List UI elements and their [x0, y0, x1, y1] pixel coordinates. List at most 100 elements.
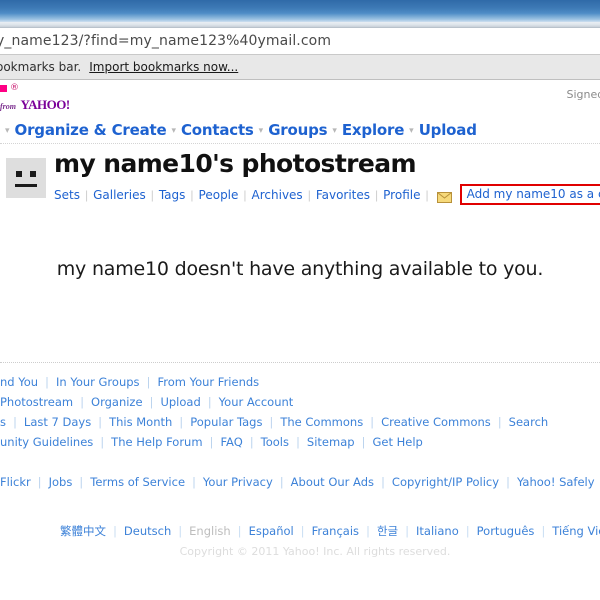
avatar[interactable] — [6, 158, 46, 198]
footer-separator: | — [79, 477, 83, 489]
language-option-francais[interactable]: Français — [312, 524, 359, 538]
footer-link-your-account[interactable]: Your Account — [219, 395, 294, 409]
footer-link-about-our-ads[interactable]: About Our Ads — [291, 475, 374, 489]
chevron-down-icon[interactable]: ▾ — [327, 125, 342, 135]
footer-separator: | — [192, 477, 196, 489]
language-separator: | — [405, 526, 409, 538]
language-option-italiano[interactable]: Italiano — [416, 524, 459, 538]
flickr-logo-dot-icon — [0, 85, 7, 92]
import-bookmarks-link[interactable]: Import bookmarks now... — [89, 60, 238, 74]
footer-separator: | — [38, 477, 42, 489]
flickr-logo[interactable]: ® from YAHOO! — [0, 83, 86, 112]
chevron-down-icon[interactable]: ▾ — [254, 125, 269, 135]
footer-link-sitemap[interactable]: Sitemap — [307, 435, 355, 449]
footer-link-last-7-days[interactable]: Last 7 Days — [24, 415, 91, 429]
add-contact-link[interactable]: Add my name10 as a contact — [467, 187, 600, 201]
language-option-espanol[interactable]: Español — [249, 524, 294, 538]
yahoo-wordmark: YAHOO! — [20, 97, 70, 112]
page-title: my name10's photostream — [54, 149, 417, 178]
footer-link-faq[interactable]: FAQ — [220, 435, 242, 449]
from-label: from — [0, 102, 16, 111]
language-separator: | — [541, 526, 545, 538]
footer-separator: | — [498, 417, 502, 429]
footer-link-your-privacy[interactable]: Your Privacy — [203, 475, 273, 489]
footer-link-this-month[interactable]: This Month — [109, 415, 172, 429]
footer-link-flickr[interactable]: Flickr — [0, 475, 31, 489]
footer-separator: | — [296, 437, 300, 449]
language-option-portugues[interactable]: Português — [477, 524, 535, 538]
language-separator: | — [113, 526, 117, 538]
footer-row: Flickr | Jobs | Terms of Service | Your … — [0, 474, 600, 489]
footer-separator: | — [179, 417, 183, 429]
avatar-mouth-icon — [15, 184, 37, 187]
subnav-separator: | — [190, 187, 194, 202]
language-option-korean[interactable]: 한글 — [377, 524, 398, 538]
chevron-down-icon[interactable]: ▾ — [404, 125, 419, 135]
subnav-separator: | — [84, 187, 89, 202]
language-separator: | — [466, 526, 470, 538]
language-option-deutsch[interactable]: Deutsch — [124, 524, 171, 538]
signed-in-status: Signed in a — [566, 88, 600, 101]
subnav-item-people[interactable]: People — [199, 188, 239, 202]
subnav-separator: | — [375, 187, 379, 202]
footer-link-popular-tags[interactable]: Popular Tags — [190, 415, 262, 429]
footer-link-jobs[interactable]: Jobs — [49, 475, 73, 489]
footer-separator: | — [210, 437, 214, 449]
profile-subnav: Sets | Galleries | Tags | People | Archi… — [54, 184, 600, 205]
nav-item-upload[interactable]: Upload — [419, 121, 477, 139]
nav-item-explore[interactable]: Explore — [342, 121, 404, 139]
subnav-item-tags[interactable]: Tags — [159, 188, 186, 202]
footer-link-terms-of-service[interactable]: Terms of Service — [90, 475, 185, 489]
subnav-item-archives[interactable]: Archives — [252, 188, 303, 202]
subnav-item-galleries[interactable]: Galleries — [93, 188, 146, 202]
language-option-english: English — [189, 524, 231, 538]
nav-item-groups[interactable]: Groups — [268, 121, 327, 139]
footer-link-tools[interactable]: Tools — [261, 435, 289, 449]
subnav-item-favorites[interactable]: Favorites — [316, 188, 370, 202]
footer-link-places[interactable]: s — [0, 415, 6, 429]
footer-link-photostream[interactable]: Photostream — [0, 395, 73, 409]
footer-link-organize[interactable]: Organize — [91, 395, 143, 409]
footer-link-search[interactable]: Search — [509, 415, 549, 429]
footer-link-creative-commons[interactable]: Creative Commons — [381, 415, 491, 429]
footer-separator: | — [13, 417, 17, 429]
nav-item-contacts[interactable]: Contacts — [181, 121, 254, 139]
profile-header: my name10's photostream Sets | Galleries… — [0, 144, 600, 222]
footer-link-copyright-ip-policy[interactable]: Copyright/IP Policy — [392, 475, 499, 489]
footer-link-community-guidelines[interactable]: unity Guidelines — [0, 435, 93, 449]
chevron-down-icon[interactable]: ▾ — [0, 125, 15, 135]
footer-separator: | — [208, 397, 212, 409]
footer-separator: | — [150, 397, 153, 409]
envelope-icon[interactable] — [436, 190, 452, 203]
language-option-tieng-viet[interactable]: Tiếng Việt — [552, 524, 600, 538]
language-separator: | — [178, 526, 182, 538]
footer-link-the-commons[interactable]: The Commons — [280, 415, 363, 429]
footer-separator: | — [381, 477, 385, 489]
language-separator: | — [238, 526, 242, 538]
browser-bookmarks-bar: ookmarks bar. Import bookmarks now... — [0, 55, 600, 80]
footer-separator: | — [146, 377, 150, 389]
footer-link-in-your-groups[interactable]: In Your Groups — [56, 375, 140, 389]
subnav-separator: | — [150, 187, 154, 202]
url-text[interactable]: y_name123/?find=my_name123%40ymail.com — [0, 33, 331, 49]
footer-link-and-you[interactable]: nd You — [0, 375, 38, 389]
nav-item-organize-create[interactable]: Organize & Create — [15, 121, 167, 139]
footer-link-yahoo-safely[interactable]: Yahoo! Safely — [517, 475, 595, 489]
from-yahoo-lockup: from YAHOO! — [0, 96, 70, 114]
footer-link-the-help-forum[interactable]: The Help Forum — [111, 435, 202, 449]
language-separator: | — [366, 526, 370, 538]
subnav-item-profile[interactable]: Profile — [383, 188, 420, 202]
avatar-eye-right-icon — [30, 171, 36, 177]
language-option-traditional-chinese[interactable]: 繁體中文 — [60, 524, 106, 538]
footer-row: unity Guidelines | The Help Forum | FAQ … — [0, 434, 600, 449]
footer-link-get-help[interactable]: Get Help — [372, 435, 422, 449]
flickr-logo-marks: ® — [0, 83, 86, 93]
page-footer: nd You | In Your Groups | From Your Frie… — [0, 363, 600, 558]
footer-link-from-your-friends[interactable]: From Your Friends — [157, 375, 259, 389]
footer-link-upload[interactable]: Upload — [160, 395, 200, 409]
subnav-item-sets[interactable]: Sets — [54, 188, 80, 202]
chevron-down-icon[interactable]: ▾ — [166, 125, 181, 135]
footer-separator: | — [506, 477, 510, 489]
browser-url-bar[interactable]: y_name123/?find=my_name123%40ymail.com — [0, 28, 600, 55]
footer-row: s | Last 7 Days | This Month | Popular T… — [0, 414, 600, 429]
